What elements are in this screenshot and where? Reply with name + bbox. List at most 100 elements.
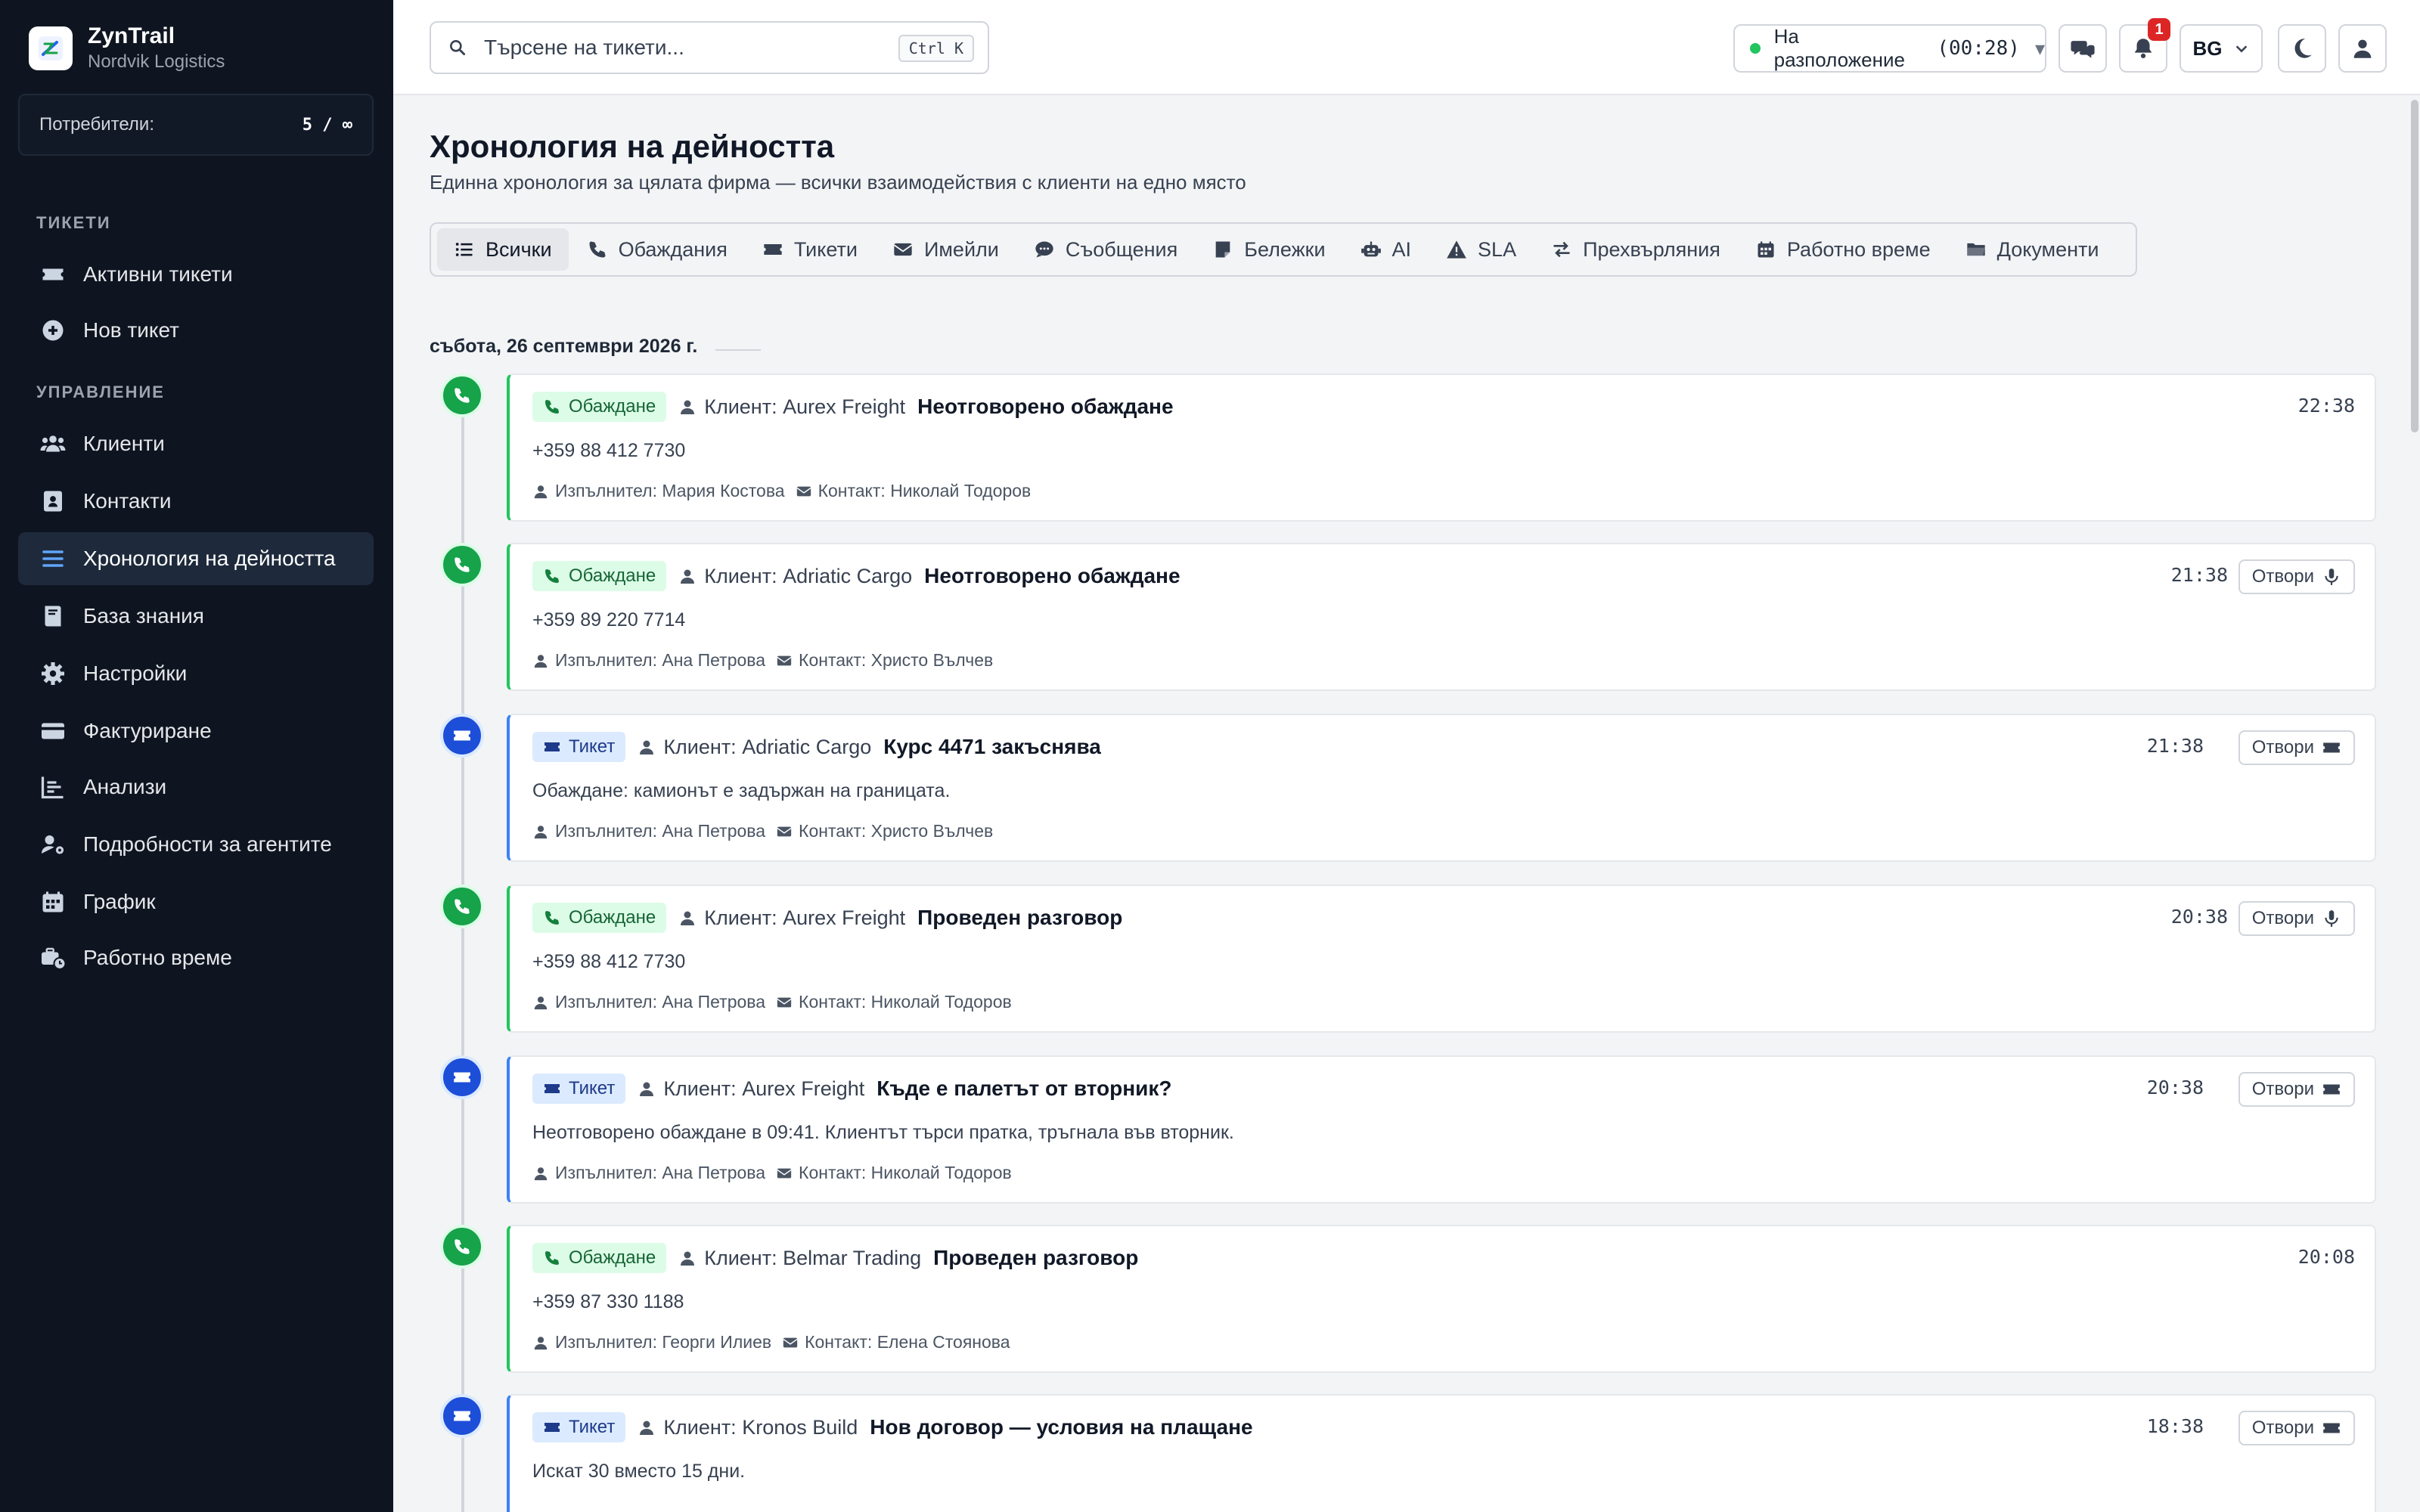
brand[interactable]: ZynTrail Nordvik Logistics [29, 23, 225, 74]
tab-label: Съобщения [1065, 237, 1178, 261]
sidebar-item-analytics[interactable]: Анализи [18, 761, 374, 813]
ticket-icon [454, 1411, 470, 1421]
event-contact: Контакт: Николай Тодоров [799, 992, 1012, 1012]
event-client-name: Клиент: Kronos Build [663, 1415, 858, 1439]
sidebar-item-activity-timeline[interactable]: Хронология на дейността [18, 532, 374, 585]
chat-button[interactable] [2059, 24, 2107, 73]
event-contact: Контакт: Христо Вълчев [799, 821, 994, 841]
sidebar-item-agent-details[interactable]: Подробности за агентите [18, 818, 374, 871]
tab-all[interactable]: Всички [437, 228, 569, 271]
timeline-event-card[interactable]: Обаждане Клиент: Aurex Freight Проведен … [507, 885, 2376, 1033]
user-icon [640, 740, 654, 754]
timeline-event-card[interactable]: Обаждане Клиент: Belmar Trading Проведен… [507, 1225, 2376, 1373]
event-detail: +359 89 220 7714 [532, 609, 686, 631]
open-button-label: Отвори [2251, 566, 2314, 587]
notifications-button[interactable]: 1 [2119, 18, 2170, 73]
tab-messages[interactable]: Съобщения [1017, 228, 1194, 271]
sidebar-item-label: Фактуриране [83, 719, 212, 742]
event-meta: Изпълнител: Ана Петрова Контакт: Христо … [532, 650, 993, 671]
timeline-event-card[interactable]: Тикет Клиент: Kronos Build Нов договор —… [507, 1394, 2376, 1512]
sidebar-item-contacts[interactable]: Контакти [18, 475, 374, 528]
tab-label: Документи [1996, 237, 2099, 261]
search-input[interactable]: Търсене на тикети... Ctrl K [430, 21, 989, 74]
language-select[interactable]: BG [2180, 24, 2263, 73]
tab-label: Работно време [1786, 237, 1931, 261]
page-title: Хронология на дейността [430, 129, 835, 164]
event-client: Клиент: Kronos Build [638, 1416, 858, 1439]
event-meta: Изпълнител: Георги Илиев Контакт: Елена … [532, 1332, 1010, 1352]
tab-tickets[interactable]: Тикети [746, 228, 874, 271]
event-meta: Изпълнител: Ана Петрова Контакт: Христо … [532, 821, 993, 841]
sidebar-item-knowledge-base[interactable]: База знания [18, 590, 374, 643]
ticket-icon [544, 742, 560, 751]
event-type-label: Тикет [569, 1078, 616, 1098]
user-icon [534, 825, 548, 838]
theme-toggle-button[interactable] [2278, 24, 2326, 73]
event-type-label: Обаждане [569, 565, 656, 586]
tab-working-hours[interactable]: Работно време [1739, 228, 1947, 271]
open-recording-button[interactable]: Отвори [2238, 559, 2355, 594]
event-client-name: Клиент: Belmar Trading [704, 1246, 922, 1269]
sidebar-item-working-hours[interactable]: Работно време [18, 931, 374, 984]
event-title: Къде е палетът от вторник? [876, 1077, 1172, 1100]
brand-logo-icon [29, 26, 73, 70]
timeline-event-card[interactable]: Обаждане Клиент: Adriatic Cargo Неотгово… [507, 543, 2376, 691]
event-client-name: Клиент: Aurex Freight [704, 906, 906, 929]
open-recording-button[interactable]: Отвори [2238, 901, 2355, 936]
tab-label: Тикети [793, 237, 858, 261]
tab-ai[interactable]: AI [1344, 228, 1429, 271]
ticket-icon [42, 268, 64, 280]
open-ticket-button[interactable]: Отвори [2238, 1411, 2355, 1445]
comments-icon [2071, 41, 2095, 58]
tab-documents[interactable]: Документи [1949, 228, 2116, 271]
robot-icon [1360, 241, 1381, 257]
envelope-icon [777, 997, 792, 1007]
contact-book-icon [44, 491, 62, 512]
event-detail: Обаждане: камионът е задържан на граница… [532, 780, 951, 801]
warning-icon [1447, 240, 1466, 259]
timeline-event-card[interactable]: Обаждане Клиент: Aurex Freight Неотговор… [507, 373, 2376, 522]
ticket-icon [454, 730, 470, 741]
user-icon [2353, 39, 2372, 58]
user-icon [534, 485, 548, 498]
microphone-icon [2325, 569, 2338, 585]
tab-label: AI [1392, 237, 1412, 261]
top-bar: Търсене на тикети... Ctrl K На разположе… [393, 0, 2420, 95]
sidebar-item-settings[interactable]: Настройки [18, 647, 374, 700]
sidebar-item-clients[interactable]: Клиенти [18, 417, 374, 470]
event-time: 18:38 [2146, 1415, 2204, 1437]
folder-icon [1966, 243, 1985, 256]
event-time: 20:38 [2170, 906, 2228, 928]
sidebar-item-schedule[interactable]: График [18, 875, 374, 928]
users-quota: Потребители: 5 / ∞ [18, 94, 374, 156]
sidebar-item-billing[interactable]: Фактуриране [18, 705, 374, 758]
event-type-tag: Тикет [532, 1074, 626, 1104]
phone-icon [545, 911, 559, 925]
brand-name: ZynTrail [88, 23, 175, 48]
microphone-icon [2325, 910, 2338, 927]
profile-button[interactable] [2338, 24, 2387, 73]
timeline-event-card[interactable]: Тикет Клиент: Aurex Freight Къде е палет… [507, 1055, 2376, 1204]
sidebar-item-active-tickets[interactable]: Активни тикети [18, 248, 374, 301]
open-button-label: Отвори [2251, 1418, 2314, 1438]
open-ticket-button[interactable]: Отвори [2238, 730, 2355, 765]
tab-emails[interactable]: Имейли [876, 228, 1016, 271]
timeline-event-card[interactable]: Тикет Клиент: Adriatic Cargo Курс 4471 з… [507, 714, 2376, 862]
sidebar-item-new-ticket[interactable]: Нов тикет [18, 304, 374, 357]
event-detail: +359 87 330 1188 [532, 1291, 684, 1312]
user-icon [534, 1336, 548, 1349]
tab-transfers[interactable]: Прехвърляния [1534, 228, 1737, 271]
event-time: 22:38 [2297, 395, 2355, 417]
scrollbar-thumb[interactable] [2411, 100, 2418, 432]
open-ticket-button[interactable]: Отвори [2238, 1072, 2355, 1107]
tab-notes[interactable]: Бележки [1196, 228, 1342, 271]
business-time-icon [42, 947, 67, 971]
availability-status-dropdown[interactable]: На разположение (00:28) ▾ [1733, 24, 2046, 73]
sidebar-item-label: База знания [83, 604, 204, 627]
user-icon [681, 400, 695, 414]
tab-calls[interactable]: Обаждания [570, 228, 744, 271]
calendar-icon [42, 891, 64, 912]
tab-sla[interactable]: SLA [1429, 228, 1533, 271]
open-button-label: Отвори [2251, 908, 2314, 928]
sidebar-item-label: Клиенти [83, 432, 165, 455]
